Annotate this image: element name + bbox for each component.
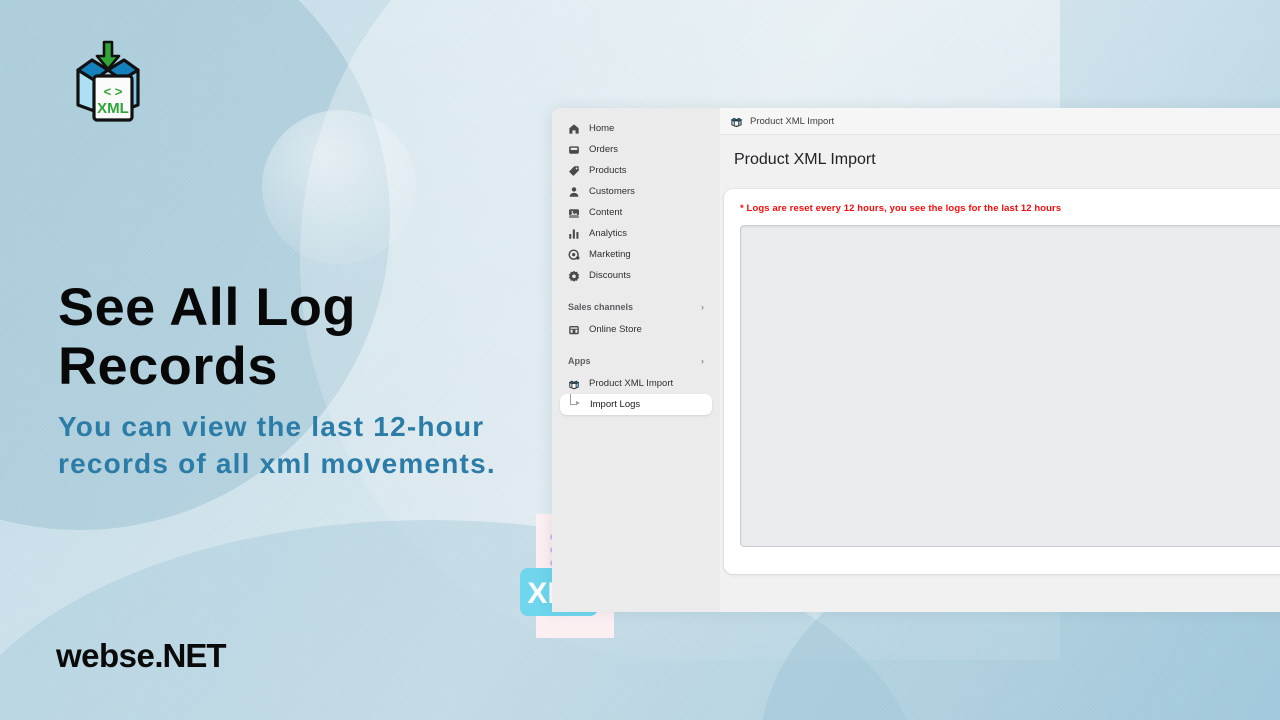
sidebar-item-products[interactable]: Products: [560, 160, 712, 181]
sub-branch-icon: [568, 393, 581, 411]
brand-suffix: .NET: [154, 637, 226, 674]
sidebar-item-label: Marketing: [589, 249, 631, 260]
sidebar-item-label: Home: [589, 123, 615, 134]
orders-inbox-icon: [568, 144, 580, 156]
sidebar-item-home[interactable]: Home: [560, 118, 712, 139]
sidebar-item-marketing[interactable]: Marketing: [560, 244, 712, 265]
log-output-textarea[interactable]: [740, 225, 1280, 547]
product-tag-icon: [568, 165, 580, 177]
sidebar-item-label: Analytics: [589, 228, 628, 239]
product-xml-import-logo: < > XML: [66, 34, 150, 126]
sidebar-section-apps[interactable]: Apps ›: [560, 351, 712, 371]
promo-subcopy: You can view the last 12-hour records of…: [58, 411, 496, 479]
sidebar-item-label: Online Store: [589, 324, 642, 335]
chevron-right-icon: ›: [701, 302, 704, 312]
sidebar-item-orders[interactable]: Orders: [560, 139, 712, 160]
package-icon: [730, 115, 743, 128]
home-icon: [568, 123, 580, 135]
app-topbar: Product XML Import: [720, 108, 1280, 135]
sidebar-item-import-logs[interactable]: Import Logs: [560, 393, 712, 415]
sidebar-item-content[interactable]: Content: [560, 202, 712, 223]
sidebar-navigation: Home Orders Products Customers Content A…: [552, 108, 720, 612]
sidebar-item-label: Import Logs: [590, 399, 641, 410]
sidebar-item-analytics[interactable]: Analytics: [560, 223, 712, 244]
sidebar-item-label: Products: [589, 165, 627, 176]
brand-name: webse: [56, 637, 155, 674]
package-icon: [568, 378, 580, 390]
sidebar-item-customers[interactable]: Customers: [560, 181, 712, 202]
sidebar-item-label: Orders: [589, 144, 619, 155]
sidebar-item-label: Discounts: [589, 270, 631, 281]
sidebar-item-product-xml-import[interactable]: Product XML Import: [560, 373, 712, 394]
page-title: Product XML Import: [734, 151, 876, 168]
chevron-right-icon: ›: [701, 356, 704, 366]
admin-window: Home Orders Products Customers Content A…: [552, 108, 1280, 612]
topbar-title: Product XML Import: [750, 115, 835, 127]
import-logs-card: * Logs are reset every 12 hours, you see…: [724, 189, 1280, 574]
sidebar-item-label: Product XML Import: [589, 378, 674, 389]
content-media-icon: [568, 207, 580, 219]
brand-logo: webse.NET: [56, 637, 227, 675]
storefront-icon: [568, 324, 580, 336]
page-body: Product XML Import * Logs are reset ever…: [720, 135, 1280, 612]
svg-text:XML: XML: [97, 100, 129, 117]
discount-gear-icon: [568, 270, 580, 282]
customer-person-icon: [568, 186, 580, 198]
sidebar-section-label: Sales channels: [568, 302, 634, 312]
analytics-bars-icon: [568, 228, 580, 240]
sidebar-section-label: Apps: [568, 356, 591, 366]
package-xml-logo-icon: < > XML: [76, 40, 140, 122]
sidebar-item-discounts[interactable]: Discounts: [560, 265, 712, 286]
svg-text:< >: < >: [104, 84, 123, 99]
sidebar-item-online-store[interactable]: Online Store: [560, 319, 712, 340]
marketing-target-icon: [568, 248, 580, 261]
promo-headline: See All Log Records: [58, 278, 356, 396]
logs-reset-warning: * Logs are reset every 12 hours, you see…: [740, 203, 1062, 214]
sidebar-section-sales-channels[interactable]: Sales channels ›: [560, 297, 712, 317]
sidebar-item-label: Customers: [589, 186, 635, 197]
sidebar-item-label: Content: [589, 207, 623, 218]
main-content: Product XML Import Product XML Import * …: [720, 108, 1280, 612]
